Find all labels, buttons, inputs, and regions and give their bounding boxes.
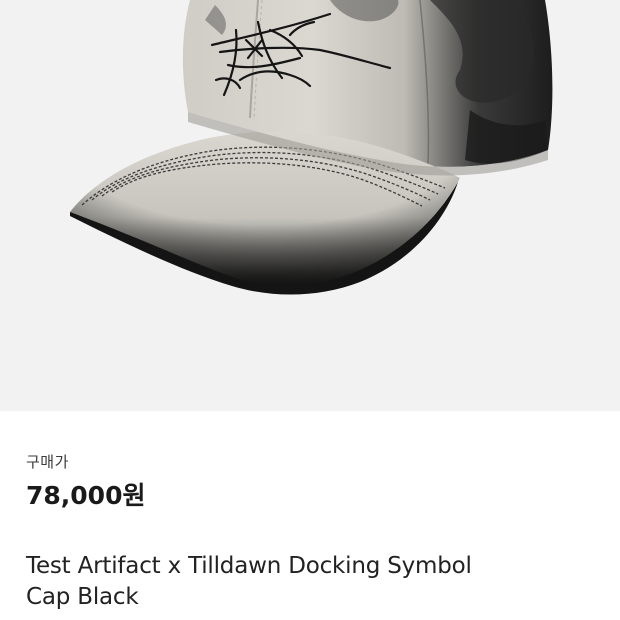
product-info: 구매가 78,000원 Test Artifact x Tilldawn Doc… bbox=[0, 411, 620, 620]
cap-illustration bbox=[70, 0, 553, 295]
product-image[interactable] bbox=[0, 0, 620, 411]
product-title-line-2: Cap Black bbox=[26, 584, 139, 610]
price-label: 구매가 bbox=[26, 453, 69, 471]
product-title[interactable]: Test Artifact x Tilldawn Docking Symbol … bbox=[26, 551, 586, 613]
price-value: 78,000원 bbox=[26, 481, 146, 510]
product-title-line-1: Test Artifact x Tilldawn Docking Symbol bbox=[26, 553, 472, 579]
product-page: 구매가 78,000원 Test Artifact x Tilldawn Doc… bbox=[0, 0, 620, 620]
